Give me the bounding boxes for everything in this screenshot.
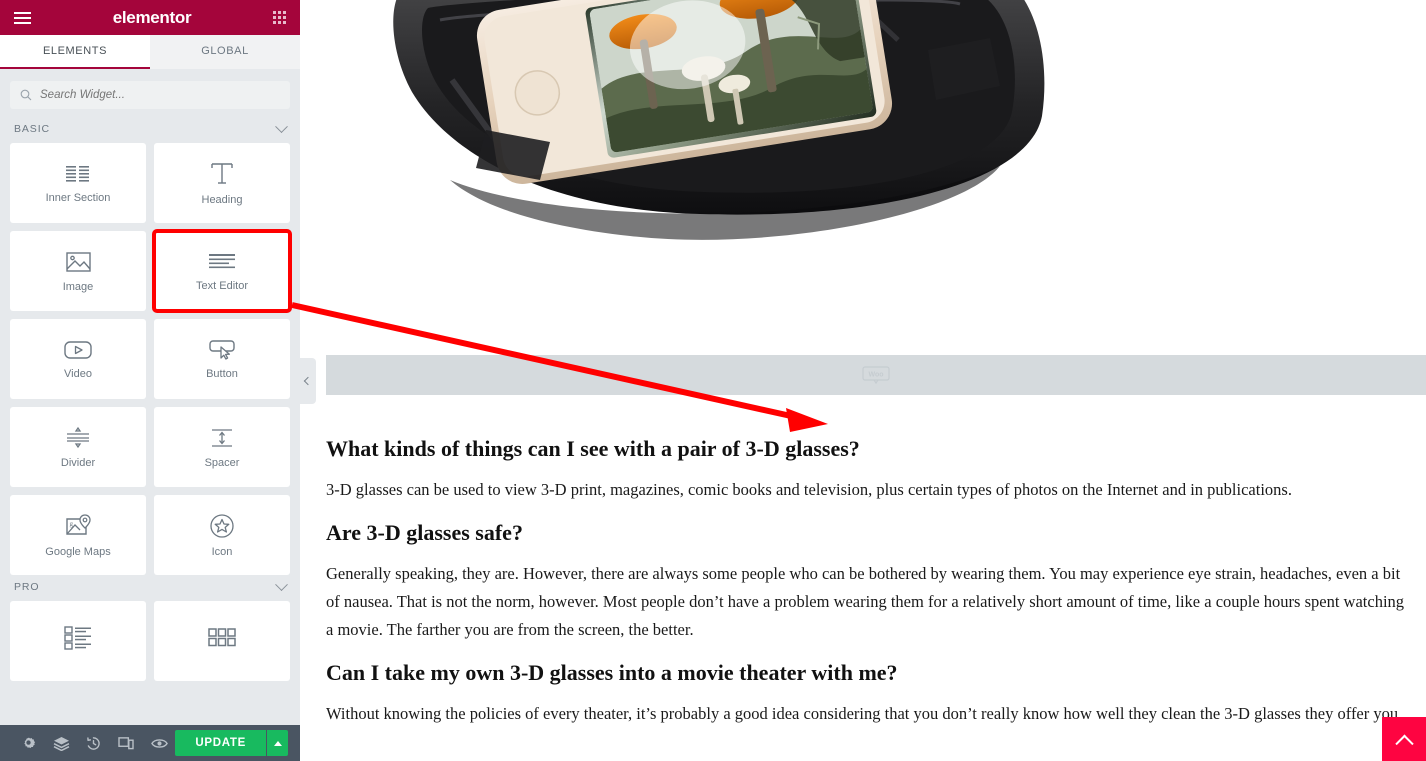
editor-canvas: Woo What kinds of things can I see with … [300, 0, 1426, 761]
widget-inner-section[interactable]: Inner Section [10, 143, 146, 223]
star-circle-icon [210, 513, 234, 538]
search-icon [20, 89, 32, 101]
spacer-arrows-icon [212, 428, 232, 447]
scroll-to-top-button[interactable] [1382, 717, 1426, 761]
category-pro-label: PRO [14, 581, 40, 593]
text-lines-icon [209, 253, 235, 268]
widget-text-editor[interactable]: Text Editor [152, 229, 292, 313]
settings-gear-icon[interactable] [12, 736, 45, 751]
widget-icon[interactable]: Icon [154, 495, 290, 575]
faq-heading-1: What kinds of things can I see with a pa… [326, 436, 860, 461]
product-image-vr-headset [393, 0, 1045, 240]
widget-label: Video [64, 367, 92, 380]
widget-google-maps[interactable]: g Google Maps [10, 495, 146, 575]
chevron-left-icon [303, 376, 313, 386]
elementor-editor: elementor ELEMENTS GLOBAL BASIC [0, 0, 1426, 761]
divider-icon [67, 426, 89, 448]
product-gallery-band: Woo [326, 355, 1426, 395]
widget-posts[interactable] [10, 601, 146, 681]
basic-widgets-grid: Inner Section Heading Image Text Editor … [10, 143, 292, 575]
category-basic-label: BASIC [14, 123, 51, 135]
widget-label: Icon [211, 545, 233, 558]
panel-tabs: ELEMENTS GLOBAL [0, 35, 300, 69]
search-section [0, 69, 300, 117]
history-clock-icon[interactable] [77, 736, 110, 751]
widget-label: Spacer [204, 456, 240, 469]
map-pin-icon: g [66, 513, 91, 535]
svg-text:g: g [70, 520, 74, 528]
widget-list: BASIC Inner Section Heading Image Text E… [0, 117, 300, 725]
apps-grid-icon[interactable] [273, 11, 286, 24]
widget-label: Image [62, 280, 94, 293]
page-content: What kinds of things can I see with a pa… [326, 420, 1426, 728]
navigator-layers-icon[interactable] [45, 736, 78, 751]
button-cursor-icon [209, 339, 235, 360]
update-options-caret-icon[interactable] [266, 730, 288, 756]
chevron-up-icon [1394, 734, 1414, 753]
widget-image[interactable]: Image [10, 231, 146, 311]
svg-text:Woo: Woo [868, 372, 883, 379]
responsive-devices-icon[interactable] [110, 736, 143, 750]
woo-placeholder-logo: Woo [862, 366, 890, 385]
faq-paragraph-1: 3-D glasses can be used to view 3-D prin… [326, 480, 1292, 499]
search-box[interactable] [10, 81, 290, 109]
columns-icon [66, 165, 89, 182]
category-basic-header[interactable]: BASIC [10, 117, 290, 143]
panel-header: elementor [0, 0, 300, 35]
panel-collapse-handle[interactable] [300, 358, 316, 404]
image-icon [65, 251, 91, 272]
elementor-logo: elementor [112, 7, 192, 27]
update-button[interactable]: UPDATE [175, 730, 266, 756]
preview-eye-icon[interactable] [143, 737, 176, 750]
category-pro-header[interactable]: PRO [10, 575, 290, 601]
tab-global[interactable]: GLOBAL [150, 35, 300, 69]
widget-divider[interactable]: Divider [10, 407, 146, 487]
chevron-down-icon [275, 577, 288, 591]
heading-t-icon [211, 162, 233, 184]
widget-video[interactable]: Video [10, 319, 146, 399]
widget-button[interactable]: Button [154, 319, 290, 399]
faq-heading-2: Are 3-D glasses safe? [326, 520, 523, 545]
faq-paragraph-2: Generally speaking, they are. However, t… [326, 564, 1405, 639]
widget-heading[interactable]: Heading [154, 143, 290, 223]
widget-gallery[interactable] [154, 601, 290, 681]
widget-label: Text Editor [196, 279, 248, 292]
update-button-group: UPDATE [175, 730, 288, 756]
widget-label: Divider [60, 456, 96, 469]
widget-label: Google Maps [45, 545, 111, 558]
tab-elements[interactable]: ELEMENTS [0, 35, 150, 69]
widget-label: Button [206, 367, 238, 380]
gallery-grid-icon [208, 627, 236, 646]
search-input[interactable] [40, 89, 280, 101]
widget-spacer[interactable]: Spacer [154, 407, 290, 487]
chevron-down-icon [275, 119, 288, 133]
editor-bottom-toolbar: UPDATE [0, 725, 300, 761]
widget-label: Inner Section [45, 191, 111, 204]
posts-list-icon [64, 625, 91, 650]
faq-heading-3: Can I take my own 3-D glasses into a mov… [326, 660, 898, 685]
widget-panel: elementor ELEMENTS GLOBAL BASIC [0, 0, 300, 761]
pro-widgets-grid [10, 601, 290, 681]
hamburger-icon[interactable] [14, 11, 31, 24]
faq-paragraph-3: Without knowing the policies of every th… [326, 704, 1403, 723]
widget-label: Heading [201, 193, 243, 206]
video-play-icon [64, 340, 92, 359]
